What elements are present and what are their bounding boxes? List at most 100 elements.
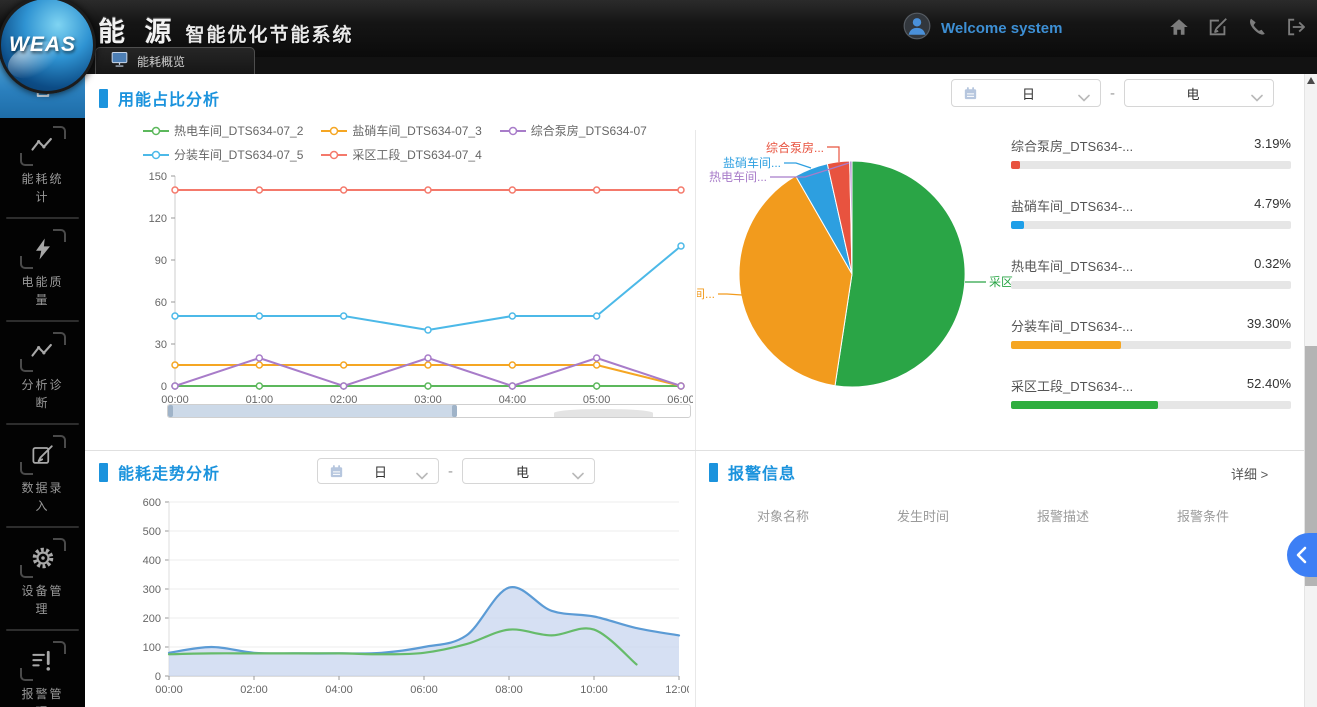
sidebar-separator: [6, 320, 79, 322]
sidebar-item-label: 设备管理: [21, 582, 65, 618]
percent-list-item: 盐硝车间_DTS634-... 4.79%: [1011, 196, 1291, 229]
pencil-icon: [23, 438, 63, 472]
datazoom-handle-left[interactable]: [168, 405, 173, 417]
svg-text:60: 60: [155, 297, 167, 309]
percent-item-name: 综合泵房_DTS634-...: [1011, 136, 1133, 155]
alarm-detail-link[interactable]: 详细 >: [1231, 464, 1268, 483]
percent-item-value: 52.40%: [1247, 376, 1291, 395]
title-bullet: [99, 89, 108, 108]
sidebar-item-label: 电能质量: [21, 273, 65, 309]
panel-title-text: 用能占比分析: [118, 86, 220, 110]
svg-text:02:00: 02:00: [240, 684, 268, 696]
percent-bar-fill: [1011, 341, 1121, 349]
legend-item[interactable]: 热电车间_DTS634-07_2: [143, 122, 303, 139]
svg-text:120: 120: [149, 213, 167, 225]
period-value: 日: [345, 462, 416, 481]
svg-text:00:00: 00:00: [155, 684, 183, 696]
vertical-scrollbar[interactable]: [1304, 74, 1317, 707]
range-dash: -: [1110, 85, 1115, 102]
app-title: 能 源智能优化节能系统: [98, 10, 354, 49]
period-dropdown[interactable]: 日: [951, 79, 1101, 107]
collapse-panel-button[interactable]: [1287, 533, 1317, 577]
home-icon[interactable]: [1168, 16, 1190, 38]
alarm-column-header: 报警描述: [993, 506, 1133, 525]
percent-bar-fill: [1011, 281, 1012, 289]
panel-title-text: 报警信息: [728, 460, 796, 484]
sidebar-item-5[interactable]: 设备管理: [0, 530, 85, 627]
legend-marker-icon: [321, 126, 347, 136]
percent-list-item: 分装车间_DTS634-... 39.30%: [1011, 316, 1291, 349]
chevron-left-icon: [1293, 540, 1311, 570]
legend-label: 综合泵房_DTS634-07: [531, 122, 647, 139]
energy-type-dropdown[interactable]: 电: [462, 458, 595, 484]
datazoom-selected-range: [168, 405, 456, 417]
app-title-sub: 智能优化节能系统: [186, 25, 354, 46]
scroll-up-arrow[interactable]: [1307, 77, 1315, 84]
percent-list-item: 热电车间_DTS634-...0.32%: [1011, 256, 1291, 289]
trend-filters: 日 - 电: [317, 458, 595, 484]
sidebar-item-label: 报警管理: [21, 685, 65, 707]
legend-marker-icon: [143, 126, 169, 136]
header-actions: [1168, 16, 1307, 38]
datazoom-handle-right[interactable]: [452, 405, 457, 417]
calendar-icon: [962, 85, 979, 102]
chevron-down-icon: [1078, 89, 1090, 97]
pie-label: 间...: [697, 287, 715, 301]
svg-text:300: 300: [143, 584, 161, 596]
percent-item-name: 盐硝车间_DTS634-...: [1011, 196, 1133, 215]
user-menu[interactable]: Welcome system: [903, 12, 1062, 45]
sidebar-item-2[interactable]: 电能质量: [0, 221, 85, 318]
sidebar-item-1[interactable]: 能耗统计: [0, 118, 85, 215]
alarm-column-header: 对象名称: [713, 506, 853, 525]
percent-item-name: 分装车间_DTS634-...: [1011, 316, 1133, 335]
usage-line-chart: 030609012015000:0001:0002:0003:0004:0005…: [133, 166, 693, 416]
app-title-main: 能 源: [98, 17, 178, 47]
usage-ratio-filters: 日 - 电: [951, 79, 1274, 107]
svg-text:0: 0: [161, 381, 167, 393]
sidebar-separator: [6, 423, 79, 425]
main-content: 用能占比分析 日 - 电 热电车间_DTS634-07_2 盐硝车间_DTS634…: [85, 74, 1317, 707]
percent-list-item: 综合泵房_DTS634-...3.19%: [1011, 136, 1291, 169]
edit-icon[interactable]: [1207, 16, 1229, 38]
sidebar-separator: [6, 526, 79, 528]
percent-bar-fill: [1011, 161, 1020, 169]
svg-text:500: 500: [143, 526, 161, 538]
panel-divider-vertical: [695, 130, 696, 450]
pie-label: 热电车间...: [709, 169, 767, 184]
legend-item[interactable]: 分装车间_DTS634-07_5: [143, 146, 303, 163]
logout-icon[interactable]: [1285, 16, 1307, 38]
svg-text:10:00: 10:00: [580, 684, 608, 696]
percent-bar-track: [1011, 221, 1291, 229]
panel-usage-ratio-title: 用能占比分析: [99, 86, 220, 110]
energy-type-value: 电: [1135, 84, 1251, 103]
svg-text:600: 600: [143, 497, 161, 509]
legend-item[interactable]: 综合泵房_DTS634-07: [500, 122, 647, 139]
sidebar-separator: [6, 629, 79, 631]
chevron-down-icon: [1251, 89, 1263, 97]
legend-item[interactable]: 盐硝车间_DTS634-07_3: [321, 122, 481, 139]
wave-icon: [23, 129, 63, 163]
svg-text:04:00: 04:00: [325, 684, 353, 696]
svg-text:90: 90: [155, 255, 167, 267]
sidebar-item-3[interactable]: 分析诊断: [0, 324, 85, 421]
app-root: 能 源智能优化节能系统 Welcome system WEAS 能耗概览 能耗统…: [0, 0, 1317, 707]
alarm-column-header: 发生时间: [853, 506, 993, 525]
energy-type-dropdown[interactable]: 电: [1124, 79, 1274, 107]
welcome-text: Welcome system: [941, 20, 1062, 37]
legend-label: 盐硝车间_DTS634-07_3: [352, 122, 481, 139]
datazoom-slider[interactable]: [167, 404, 691, 418]
phone-icon[interactable]: [1246, 16, 1268, 38]
percent-item-value: 4.79%: [1254, 196, 1291, 215]
percent-bar-fill: [1011, 401, 1158, 409]
tab-energy-overview[interactable]: 能耗概览: [95, 47, 255, 74]
percent-bar-fill: [1011, 221, 1024, 229]
tab-bar: 能耗概览: [85, 57, 1317, 74]
range-dash: -: [448, 463, 453, 480]
sidebar-item-label: 能耗统计: [21, 170, 65, 206]
period-dropdown[interactable]: 日: [317, 458, 439, 484]
percent-item-value: 39.30%: [1247, 316, 1291, 335]
legend-item[interactable]: 采区工段_DTS634-07_4: [321, 146, 481, 163]
percent-item-value: 0.32%: [1254, 256, 1291, 275]
sidebar-item-6[interactable]: 报警管理: [0, 633, 85, 707]
sidebar-item-4[interactable]: 数据录入: [0, 427, 85, 524]
